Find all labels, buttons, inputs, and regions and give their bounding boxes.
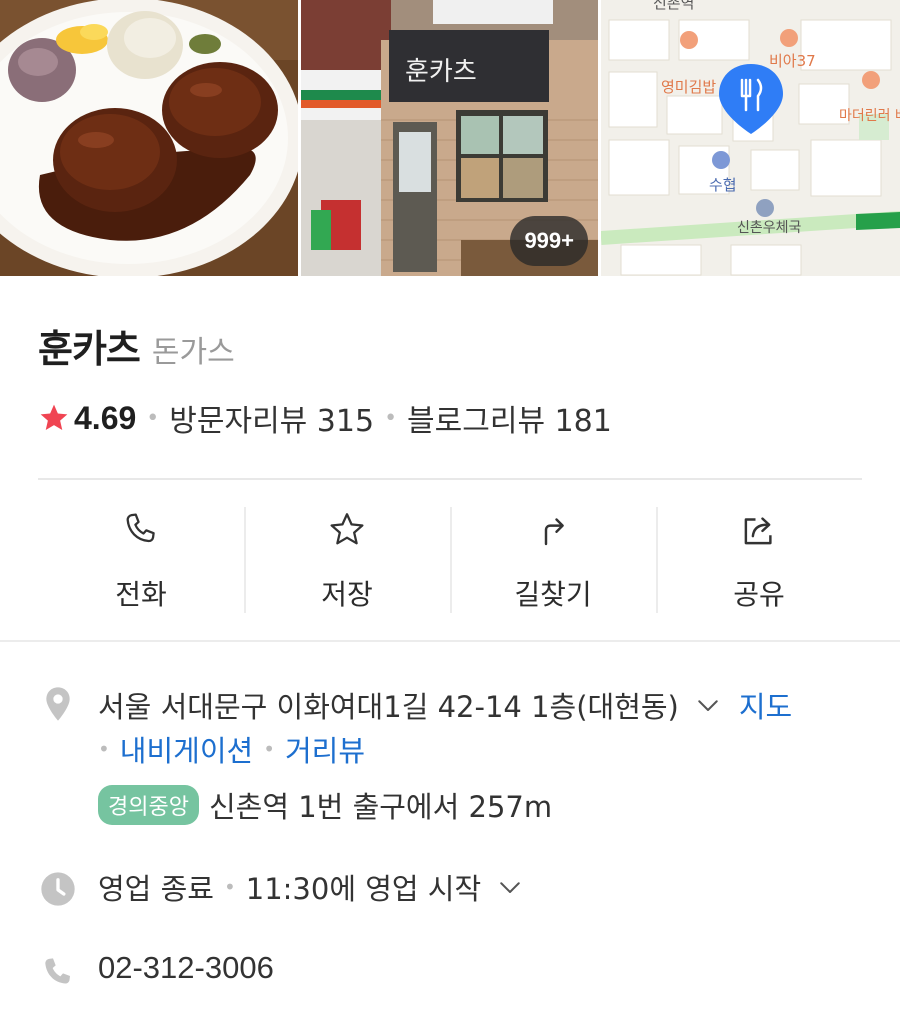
subway-directions: 신촌역 1번 출구에서 257m — [208, 790, 553, 824]
navigation-link[interactable]: 내비게이션 — [120, 728, 253, 770]
photo-gallery[interactable]: 훈카츠 999+ 신촌역 비아37 영미김밥 마더린러 수협 신촌우체국 — [0, 0, 900, 276]
rating-value: 4.69 — [74, 399, 137, 436]
blog-reviews-link[interactable]: 블로그리뷰 181 — [407, 396, 612, 440]
action-bar: 전화 저장 길찾기 공유 — [38, 505, 862, 613]
phone-info-icon — [45, 958, 70, 984]
address-text: 서울 서대문구 이화여대1길 42-14 1층(대현동) — [98, 690, 679, 724]
call-label: 전화 — [115, 578, 167, 611]
directions-label: 길찾기 — [514, 578, 592, 611]
hours-row[interactable]: 영업 종료 • 11:30에 영업 시작 — [98, 866, 525, 908]
map-label-post: 신촌우체국 — [737, 220, 802, 236]
star-outline-icon — [330, 513, 364, 545]
map-link[interactable]: 지도 — [739, 684, 792, 726]
share-button[interactable]: 공유 — [656, 505, 862, 613]
separator-dot: • — [263, 737, 275, 761]
section-divider — [0, 640, 900, 642]
photo-count-badge[interactable]: 999+ — [510, 216, 588, 266]
directions-button[interactable]: 길찾기 — [450, 505, 656, 613]
separator-dot: • — [146, 405, 160, 431]
place-header: 훈카츠 돈가스 — [38, 318, 235, 373]
divider — [38, 478, 862, 480]
location-icon — [46, 687, 70, 721]
map-label-madeleine: 마더린러 베이글 — [839, 108, 900, 124]
phone-icon — [126, 513, 155, 543]
separator-dot: • — [223, 875, 236, 899]
separator-dot: • — [98, 737, 110, 761]
hours-status: 영업 종료 — [98, 872, 214, 906]
save-button[interactable]: 저장 — [244, 505, 450, 613]
map-label-vi37: 비아37 — [769, 52, 816, 70]
subway-row: 경의중앙 신촌역 1번 출구에서 257m — [98, 784, 552, 826]
chevron-down-icon[interactable] — [495, 872, 525, 902]
chevron-down-icon[interactable] — [693, 690, 723, 720]
phone-number[interactable]: 02-312-3006 — [98, 950, 274, 986]
map-illustration: 신촌역 비아37 영미김밥 마더린러 베이글 수협 신촌우체국 — [601, 0, 900, 276]
call-button[interactable]: 전화 — [38, 505, 244, 613]
map-thumbnail[interactable]: 신촌역 비아37 영미김밥 마더린러 베이글 수협 신촌우체국 — [601, 0, 900, 276]
star-rating-icon — [40, 404, 68, 430]
directions-arrow-icon — [544, 518, 564, 546]
address-links: • 내비게이션 • 거리뷰 — [98, 728, 365, 770]
visitor-reviews-link[interactable]: 방문자리뷰 315 — [169, 396, 374, 440]
place-category: 돈가스 — [151, 335, 235, 370]
subway-line-badge: 경의중앙 — [98, 785, 199, 825]
store-sign-text: 훈카츠 — [405, 57, 477, 87]
food-photo[interactable] — [0, 0, 298, 276]
share-icon — [744, 517, 772, 545]
clock-icon — [41, 872, 75, 906]
place-name: 훈카츠 — [38, 327, 141, 371]
storefront-photo[interactable]: 훈카츠 999+ — [301, 0, 598, 276]
map-label-station: 신촌역 — [653, 0, 694, 12]
street-view-link[interactable]: 거리뷰 — [285, 728, 365, 770]
save-label: 저장 — [321, 578, 373, 611]
map-label-youngmi: 영미김밥 — [661, 78, 716, 96]
food-illustration — [0, 0, 298, 276]
hours-next: 11:30에 영업 시작 — [245, 872, 482, 906]
address-row: 서울 서대문구 이화여대1길 42-14 1층(대현동) 지도 — [98, 684, 792, 726]
share-label: 공유 — [733, 578, 785, 611]
rating-row: 4.69 • 방문자리뷰 315 • 블로그리뷰 181 — [38, 396, 612, 440]
map-label-suhyup: 수협 — [709, 176, 737, 194]
separator-dot: • — [384, 405, 398, 431]
